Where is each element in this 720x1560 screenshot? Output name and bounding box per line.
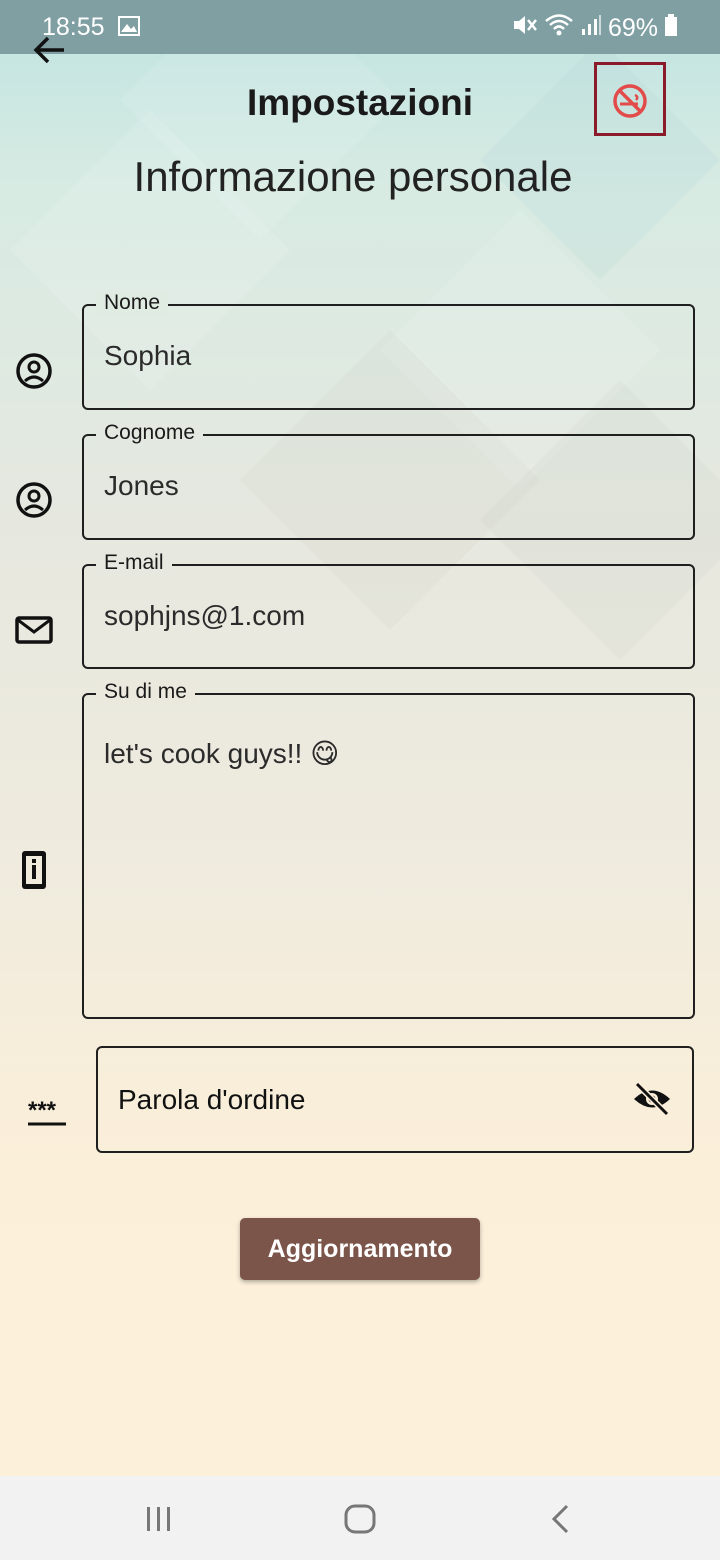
first-name-label: Nome <box>96 291 169 315</box>
battery-percent: 69% <box>607 14 658 42</box>
no-smoking-icon <box>613 84 647 118</box>
wifi-icon <box>544 13 574 44</box>
back-button[interactable] <box>28 32 72 68</box>
last-name-value: Jones <box>104 470 179 501</box>
about-me-value: let's cook guys!! 😋 <box>104 738 340 769</box>
nav-bar <box>0 1476 720 1560</box>
arrow-left-icon <box>33 36 64 64</box>
status-right: 69% <box>512 13 678 44</box>
home-icon[interactable] <box>344 1504 376 1539</box>
first-name-field[interactable]: Nome Sophia <box>82 291 695 410</box>
update-button[interactable]: Aggiornamento <box>240 1218 480 1280</box>
first-name-value: Sophia <box>104 340 192 371</box>
section-title: Informazione personale <box>133 153 573 200</box>
face-icon <box>14 351 54 391</box>
last-name-field[interactable]: Cognome Jones <box>82 421 695 540</box>
gallery-icon <box>118 16 140 41</box>
email-field[interactable]: E-mail sophjns@1.com <box>82 551 695 669</box>
mute-icon <box>512 13 538 44</box>
about-me-label: Su di me <box>96 680 195 704</box>
password-placeholder: Parola d'ordine <box>118 1084 306 1115</box>
password-icon: *** <box>26 1097 70 1138</box>
no-smoking-button[interactable] <box>594 62 666 136</box>
email-label: E-mail <box>96 551 172 575</box>
back-icon[interactable] <box>550 1504 572 1539</box>
status-bar: 18:55 69% <box>0 0 720 54</box>
battery-icon <box>664 13 678 44</box>
password-field[interactable]: Parola d'ordine <box>96 1046 694 1153</box>
recents-icon[interactable] <box>145 1506 173 1537</box>
face-icon <box>14 480 54 520</box>
visibility-off-icon[interactable] <box>632 1081 672 1121</box>
signal-icon <box>580 13 602 44</box>
svg-text:***: *** <box>28 1098 57 1124</box>
mail-icon <box>14 610 54 650</box>
info-phone-icon <box>14 850 54 890</box>
about-me-field[interactable]: Su di me let's cook guys!! 😋 <box>82 680 695 1019</box>
last-name-label: Cognome <box>96 421 204 445</box>
email-value: sophjns@1.com <box>104 600 306 631</box>
